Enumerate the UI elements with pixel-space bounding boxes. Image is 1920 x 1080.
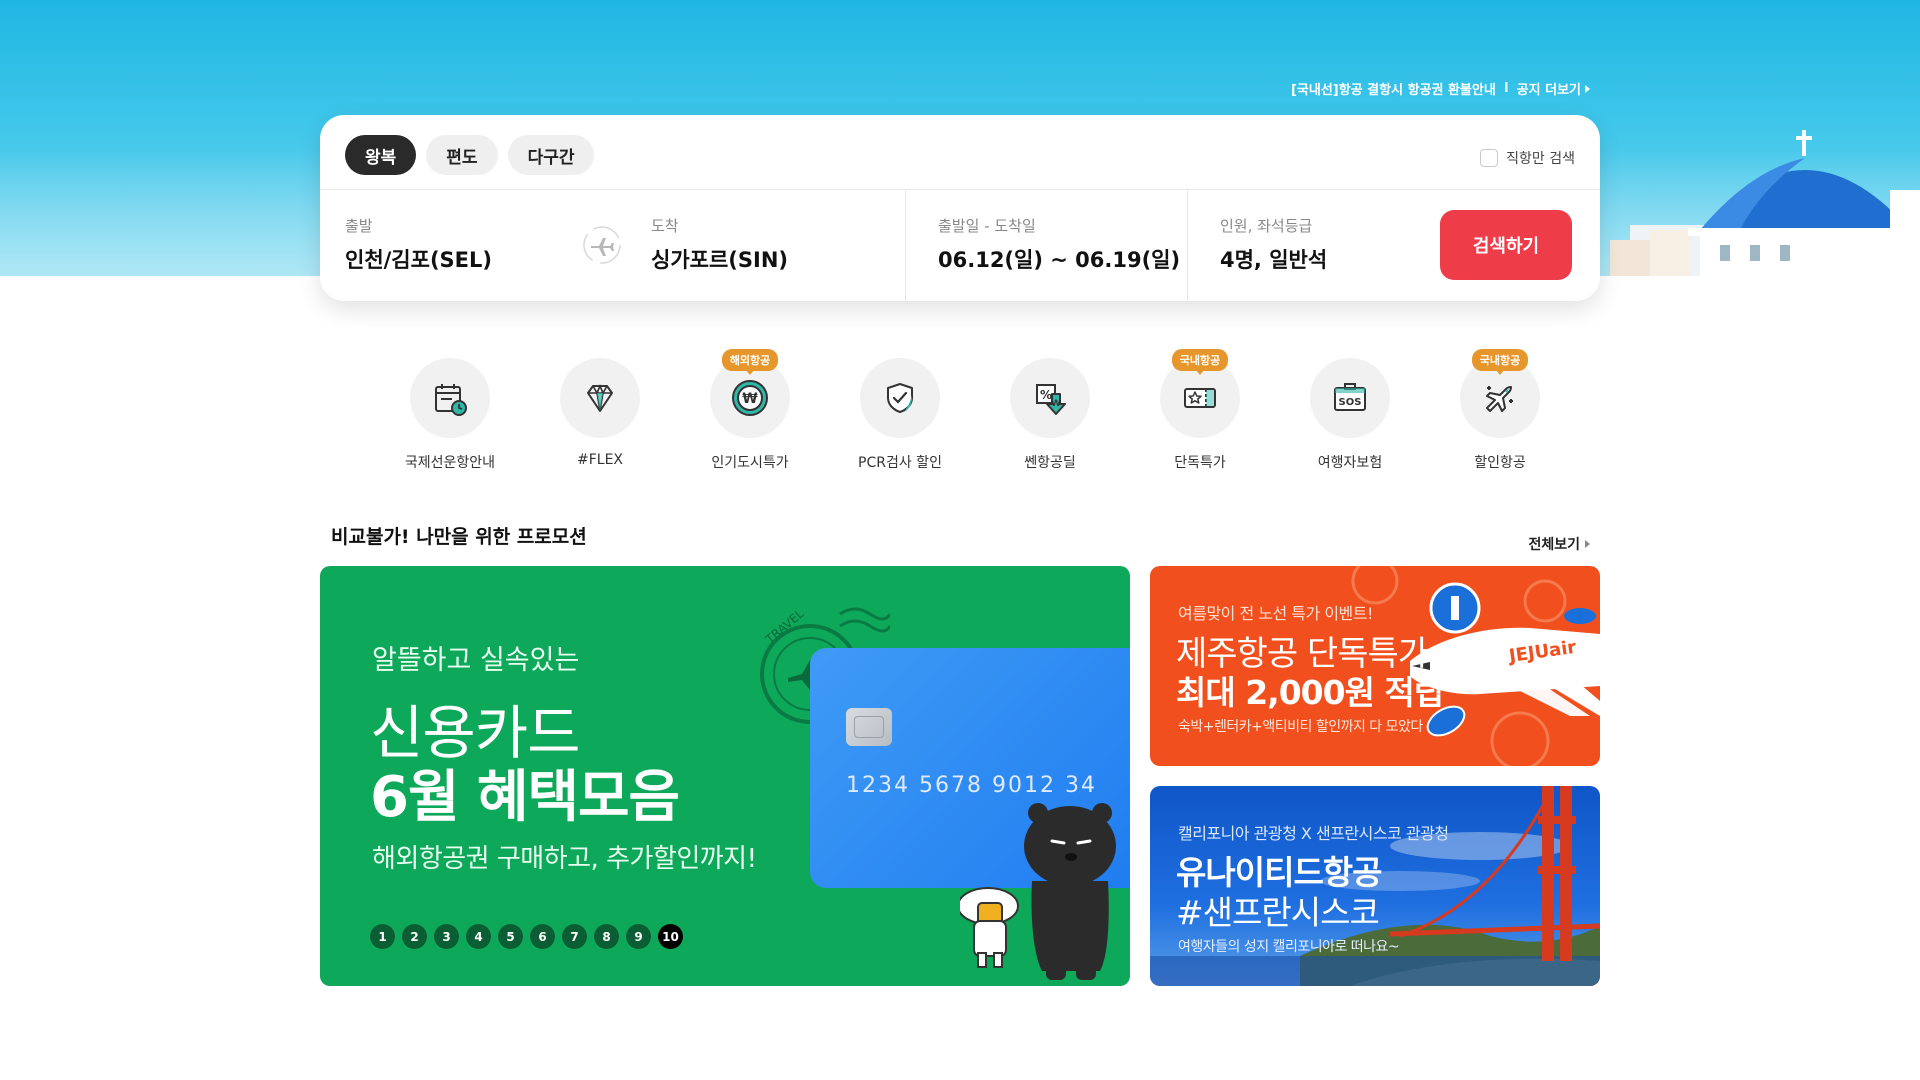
swap-airports-button[interactable] xyxy=(582,225,622,265)
badge-domestic: 국내항공 xyxy=(1171,349,1229,375)
divider xyxy=(1187,190,1188,301)
quick-item-label: 인기도시특가 xyxy=(711,455,789,471)
badge-overseas: 해외항공 xyxy=(721,349,779,375)
divider xyxy=(320,189,1600,190)
search-button[interactable]: 검색하기 xyxy=(1440,210,1572,280)
quick-item-pcr-discount[interactable]: PCR검사 할인 xyxy=(825,358,975,472)
quick-icon-circle xyxy=(410,358,490,438)
departure-label: 출발 xyxy=(345,217,373,235)
quick-item-international-flights[interactable]: 국제선운항안내 xyxy=(375,358,525,472)
page-dot-8[interactable]: 8 xyxy=(594,924,619,949)
quick-item-ssen-deal[interactable]: % W 쎈항공딜 xyxy=(975,358,1125,472)
banner-description: 여행자들의 성지 캘리포니아로 떠나요~ xyxy=(1178,939,1400,955)
divider xyxy=(905,190,906,301)
quick-item-label: PCR검사 할인 xyxy=(858,455,942,471)
page-dot-9[interactable]: 9 xyxy=(626,924,651,949)
quick-icon-circle xyxy=(860,358,940,438)
departure-value: 인천/김포(SEL) xyxy=(345,248,492,272)
flight-search-panel: 왕복 편도 다구간 직항만 검색 출발 인천/김포(SEL) 도착 싱가포르(S… xyxy=(320,115,1600,301)
date-range-field[interactable]: 출발일 - 도착일 06.12(일) ~ 06.19(일) xyxy=(938,215,1180,274)
quick-item-discount-flights[interactable]: 국내항공 할인항공 xyxy=(1425,349,1575,472)
quick-item-label: 국제선운항안내 xyxy=(404,455,496,471)
calendar-clock-icon xyxy=(435,384,467,416)
direct-only-checkbox[interactable]: 직항만 검색 xyxy=(1480,148,1575,168)
page-dot-4[interactable]: 4 xyxy=(466,924,491,949)
chevron-right-icon xyxy=(1585,540,1590,548)
quick-item-label: 쎈항공딜 xyxy=(1024,455,1076,471)
passenger-class-value: 4명, 일반석 xyxy=(1220,248,1328,272)
quick-item-label: 여행자보험 xyxy=(1317,455,1383,471)
quick-item-flex[interactable]: #FLEX xyxy=(525,358,675,472)
percent-down-icon: % W xyxy=(1036,384,1066,415)
quick-item-label: 단독특가 xyxy=(1174,455,1226,471)
banner-title-line2: 6월 혜택모음 xyxy=(370,765,680,830)
star-ticket-icon xyxy=(1184,388,1216,408)
passenger-class-label: 인원, 좌석등급 xyxy=(1220,217,1313,235)
united-airlines-promo-banner[interactable]: 캘리포니아 관광청 X 샌프란시스코 관광청 유나이티드항공 #샌프란시스코 여… xyxy=(1150,786,1600,986)
mascot-illustration xyxy=(960,803,1116,980)
page-dot-2[interactable]: 2 xyxy=(402,924,427,949)
svg-text:W: W xyxy=(1051,399,1061,409)
quick-menu: 국제선운항안내 #FLEX 해외항공 ₩ 인기도시특가 PCR검사 할인 % W… xyxy=(375,349,1575,472)
quick-item-label: #FLEX xyxy=(576,452,624,468)
banner-subtitle: 캘리포니아 관광청 X 샌프란시스코 관광청 xyxy=(1178,824,1449,843)
page-dot-6[interactable]: 6 xyxy=(530,924,555,949)
quick-icon-circle: SOS xyxy=(1310,358,1390,438)
notice-separator: I xyxy=(1503,81,1509,96)
quick-item-travel-insurance[interactable]: SOS 여행자보험 xyxy=(1275,358,1425,472)
arrival-value: 싱가포르(SIN) xyxy=(651,248,788,272)
svg-text:SOS: SOS xyxy=(1339,397,1362,408)
svg-text:₩: ₩ xyxy=(742,391,758,407)
airplane-icon xyxy=(583,226,621,264)
passenger-class-field[interactable]: 인원, 좌석등급 4명, 일반석 xyxy=(1220,215,1327,274)
banner-subtitle: 여름맞이 전 노선 특가 이벤트! xyxy=(1178,604,1373,623)
banner-title-line2: 최대 2,000원 적립 xyxy=(1176,673,1444,712)
direct-only-label: 직항만 검색 xyxy=(1506,151,1575,167)
arrival-field[interactable]: 도착 싱가포르(SIN) xyxy=(651,215,788,274)
santorini-illustration xyxy=(1610,130,1920,276)
quick-icon-circle: % W xyxy=(1010,358,1090,438)
credit-card-promo-banner[interactable]: TRAVEL 알뜰하고 실속있는 신용카드 6월 혜택모음 해외항공권 구매하고… xyxy=(320,566,1130,986)
view-all-label: 전체보기 xyxy=(1528,537,1580,553)
won-coin-icon: ₩ xyxy=(732,380,768,416)
airplane-sparkle-icon xyxy=(1486,386,1513,412)
view-all-link[interactable]: 전체보기 xyxy=(1528,534,1590,554)
tab-round-trip[interactable]: 왕복 xyxy=(345,135,417,175)
notice-link[interactable]: [국내선]항공 결항시 항공권 환불안내 xyxy=(1291,79,1496,98)
notice-more-link[interactable]: 공지 더보기 xyxy=(1517,79,1590,98)
jeju-air-promo-banner[interactable]: JEJUair 여름맞이 전 노선 특가 이벤트! 제주항공 단독특가 최대 2… xyxy=(1150,566,1600,766)
notice-more-label: 공지 더보기 xyxy=(1516,83,1581,98)
page-dot-1[interactable]: 1 xyxy=(370,924,395,949)
sos-icon: SOS xyxy=(1334,383,1366,411)
banner-description: 숙박+렌터카+액티비티 할인까지 다 모았다 xyxy=(1178,719,1423,735)
chevron-right-icon xyxy=(1585,84,1590,93)
tab-multi-city[interactable]: 다구간 xyxy=(507,135,595,175)
departure-field[interactable]: 출발 인천/김포(SEL) xyxy=(345,215,492,274)
page-dot-10[interactable]: 10 xyxy=(658,924,683,949)
badge-domestic: 국내항공 xyxy=(1471,349,1529,375)
page-dot-3[interactable]: 3 xyxy=(434,924,459,949)
checkbox-icon xyxy=(1480,149,1499,167)
banner-subtitle: 알뜰하고 실속있는 xyxy=(372,645,580,676)
quick-item-label: 할인항공 xyxy=(1474,455,1526,471)
tab-one-way[interactable]: 편도 xyxy=(426,135,498,175)
banner-pagination: 1 2 3 4 5 6 7 8 9 10 xyxy=(370,924,683,949)
date-range-label: 출발일 - 도착일 xyxy=(938,217,1036,235)
notice-bar: [국내선]항공 결항시 항공권 환불안내 I 공지 더보기 xyxy=(1291,79,1590,98)
card-chip-icon xyxy=(846,708,892,746)
banner-title-line2: #샌프란시스코 xyxy=(1176,893,1380,932)
promotion-title: 비교불가! 나만을 위한 프로모션 xyxy=(331,526,587,548)
arrival-label: 도착 xyxy=(651,217,679,235)
diamond-icon xyxy=(587,383,613,412)
quick-item-popular-city-deals[interactable]: 해외항공 ₩ 인기도시특가 xyxy=(675,349,825,472)
quick-item-exclusive-deal[interactable]: 국내항공 단독특가 xyxy=(1125,349,1275,472)
banner-description: 해외항공권 구매하고, 추가할인까지! xyxy=(372,844,757,874)
quick-icon-circle xyxy=(560,358,640,438)
shield-check-icon xyxy=(887,383,913,413)
page-dot-7[interactable]: 7 xyxy=(562,924,587,949)
date-range-value: 06.12(일) ~ 06.19(일) xyxy=(938,248,1181,272)
page-dot-5[interactable]: 5 xyxy=(498,924,523,949)
trip-type-tabs: 왕복 편도 다구간 xyxy=(345,135,595,175)
